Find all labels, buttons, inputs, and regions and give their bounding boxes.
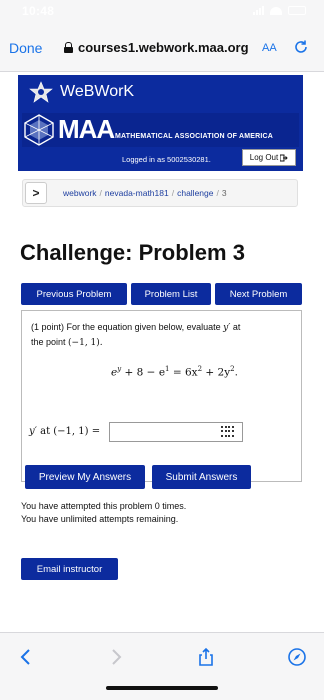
logout-icon xyxy=(280,154,288,161)
breadcrumb-set[interactable]: challenge xyxy=(177,188,213,198)
battery-icon xyxy=(288,6,306,15)
breadcrumb-separator: / xyxy=(99,188,102,198)
maa-logo-icon xyxy=(24,114,54,146)
reload-icon[interactable] xyxy=(292,38,310,56)
breadcrumb-webwork[interactable]: webwork xyxy=(63,188,97,198)
eq-plus: + 2y xyxy=(202,366,231,379)
answer-label: y′ at (−1, 1) = xyxy=(29,426,100,437)
logout-button[interactable]: Log Out xyxy=(242,149,296,166)
next-problem-button[interactable]: Next Problem xyxy=(215,283,302,305)
answer-label-rest: at (−1, 1) = xyxy=(36,426,101,437)
page-title: Challenge: Problem 3 xyxy=(20,240,245,265)
home-indicator xyxy=(106,686,218,690)
forward-icon[interactable] xyxy=(106,647,126,667)
url-text: courses1.webwork.maa.org xyxy=(78,40,249,55)
address-bar[interactable]: courses1.webwork.maa.org xyxy=(64,40,249,55)
attempts-info: You have attempted this problem 0 times.… xyxy=(21,500,186,526)
breadcrumb-separator: / xyxy=(216,188,219,198)
breadcrumb-problem: 3 xyxy=(221,188,227,198)
attempts-remaining: You have unlimited attempts remaining. xyxy=(21,514,179,524)
site-banner: WeBWorK MAA MATHEMATICAL ASSOCIATION OF … xyxy=(18,75,303,171)
preview-answers-button[interactable]: Preview My Answers xyxy=(25,465,145,489)
equation-editor-icon[interactable] xyxy=(221,426,235,438)
problem-text-a: For the equation given below, evaluate xyxy=(66,322,221,332)
web-content: WeBWorK MAA MATHEMATICAL ASSOCIATION OF … xyxy=(0,73,324,633)
submit-answers-button[interactable]: Submit Answers xyxy=(152,465,251,489)
nav-toggle-button[interactable]: > xyxy=(25,182,47,204)
webwork-title: WeBWorK xyxy=(60,83,135,100)
webwork-brand: WeBWorK xyxy=(28,81,134,103)
eq-mid: + 8 − e xyxy=(121,366,166,379)
breadcrumb: > webwork / nevada-math181 / challenge /… xyxy=(22,179,298,207)
problem-text-b: at xyxy=(232,322,241,332)
problem-yprime: y′ xyxy=(223,323,231,333)
problem-points: (1 point) xyxy=(31,322,65,332)
status-time: 10:48 xyxy=(22,4,55,18)
back-icon[interactable] xyxy=(16,647,36,667)
problem-text-c: the point xyxy=(31,337,66,347)
eq-end: . xyxy=(234,366,238,379)
done-button[interactable]: Done xyxy=(9,40,42,56)
signal-icon xyxy=(253,6,264,15)
answer-label-var: y′ xyxy=(29,426,37,437)
maa-brand: MAA MATHEMATICAL ASSOCIATION OF AMERICA xyxy=(22,113,299,147)
problem-equation: ey + 8 − e1 = 6x2 + 2y2. xyxy=(111,365,238,379)
logged-in-text: Logged in as 5002530281. xyxy=(122,155,211,164)
eq-equals: = 6x xyxy=(169,366,198,379)
attempts-count: You have attempted this problem 0 times. xyxy=(21,501,187,511)
problem-list-button[interactable]: Problem List xyxy=(131,283,211,305)
compass-icon[interactable] xyxy=(287,647,307,667)
browser-bar: Done courses1.webwork.maa.org AA xyxy=(0,26,324,72)
previous-problem-button[interactable]: Previous Problem xyxy=(21,283,127,305)
breadcrumb-course[interactable]: nevada-math181 xyxy=(105,188,169,198)
problem-statement: (1 point) For the equation given below, … xyxy=(31,320,297,350)
email-instructor-button[interactable]: Email instructor xyxy=(21,558,118,580)
breadcrumb-trail: webwork / nevada-math181 / challenge / 3 xyxy=(63,188,227,198)
share-icon[interactable] xyxy=(196,647,216,667)
maa-letters: MAA xyxy=(58,114,115,144)
status-bar: 10:48 xyxy=(0,0,324,26)
text-size-button[interactable]: AA xyxy=(262,42,277,54)
status-icons xyxy=(253,6,306,15)
lock-icon xyxy=(64,42,73,53)
problem-box: (1 point) For the equation given below, … xyxy=(21,310,302,482)
maa-full-name: MATHEMATICAL ASSOCIATION OF AMERICA xyxy=(115,133,274,140)
wifi-icon xyxy=(270,6,282,15)
webwork-logo-icon xyxy=(29,81,53,103)
logout-label: Log Out xyxy=(249,153,279,162)
breadcrumb-separator: / xyxy=(171,188,175,198)
problem-point: (−1, 1). xyxy=(68,338,103,348)
